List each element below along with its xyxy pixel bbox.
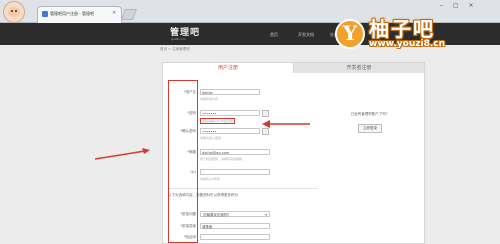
watermark-logo-icon: Y [335,19,365,49]
watermark-url: www.youzi8.cn [369,39,445,49]
tab-close-icon[interactable]: × [112,10,116,16]
email-input[interactable]: daifox@qq.com [200,149,270,155]
avatar-eye-icon [15,10,17,12]
breadcrumb[interactable]: 首页 > 注册管理吧 [160,47,190,52]
login-prompt-text: 已经有管理吧账户了吗？ [350,112,390,116]
password-input[interactable]: ••••••• [200,110,260,116]
qq-input[interactable] [200,169,270,175]
avatar-face-icon [8,7,20,17]
qq-hint: 请填写QQ号码 [200,177,220,181]
nav-item-docs[interactable]: 开发文档 [298,32,314,38]
login-prompt-box: 已经有管理吧账户了吗？ 立即登录 [330,100,410,140]
confirm-password-input[interactable]: ••••••• [200,128,260,134]
username-hint: 请填写用户名 [200,97,219,101]
answer-input[interactable]: 清蒸鱼 [200,223,270,229]
captcha-input[interactable] [200,234,270,240]
question-select[interactable]: 您最喜欢的食物？ ▾ [200,211,270,217]
annotation-arrow-icon [95,148,150,160]
browser-profile-avatar[interactable] [3,1,25,23]
favicon-icon [42,11,48,17]
new-tab-button[interactable] [120,9,138,20]
annotation-highlight-box [168,80,198,243]
password-hint: 密码请输入6-16位字母 [200,118,235,124]
watermark-brand: 柚子吧 [369,17,435,41]
nav-item-home[interactable]: 首页 [270,32,278,38]
site-logo-subtitle: guli8.com [171,37,186,41]
browser-tab-title: 管理吧用户注册 - 管理吧 [50,11,94,16]
watermark-letter: Y [342,21,358,45]
login-button[interactable]: 立即登录 [358,124,382,133]
watermark: Y 柚子吧 www.youzi8.cn [335,13,497,51]
chevron-down-icon: ▾ [265,213,267,217]
annotation-arrow-icon [262,120,310,128]
username-input[interactable]: daifox [200,89,260,95]
window-controls[interactable]: – ▢ × [440,2,478,9]
avatar-eye-icon [11,10,13,12]
browser-tab[interactable]: 管理吧用户注册 - 管理吧 × [37,6,122,23]
question-select-value: 您最喜欢的食物？ [203,213,231,217]
confirm-password-hint: 请再次输入密码 [200,136,222,140]
show-password-icon[interactable] [262,110,269,117]
email-hint: 用于找回密码，请填写真实邮箱 [200,157,243,161]
